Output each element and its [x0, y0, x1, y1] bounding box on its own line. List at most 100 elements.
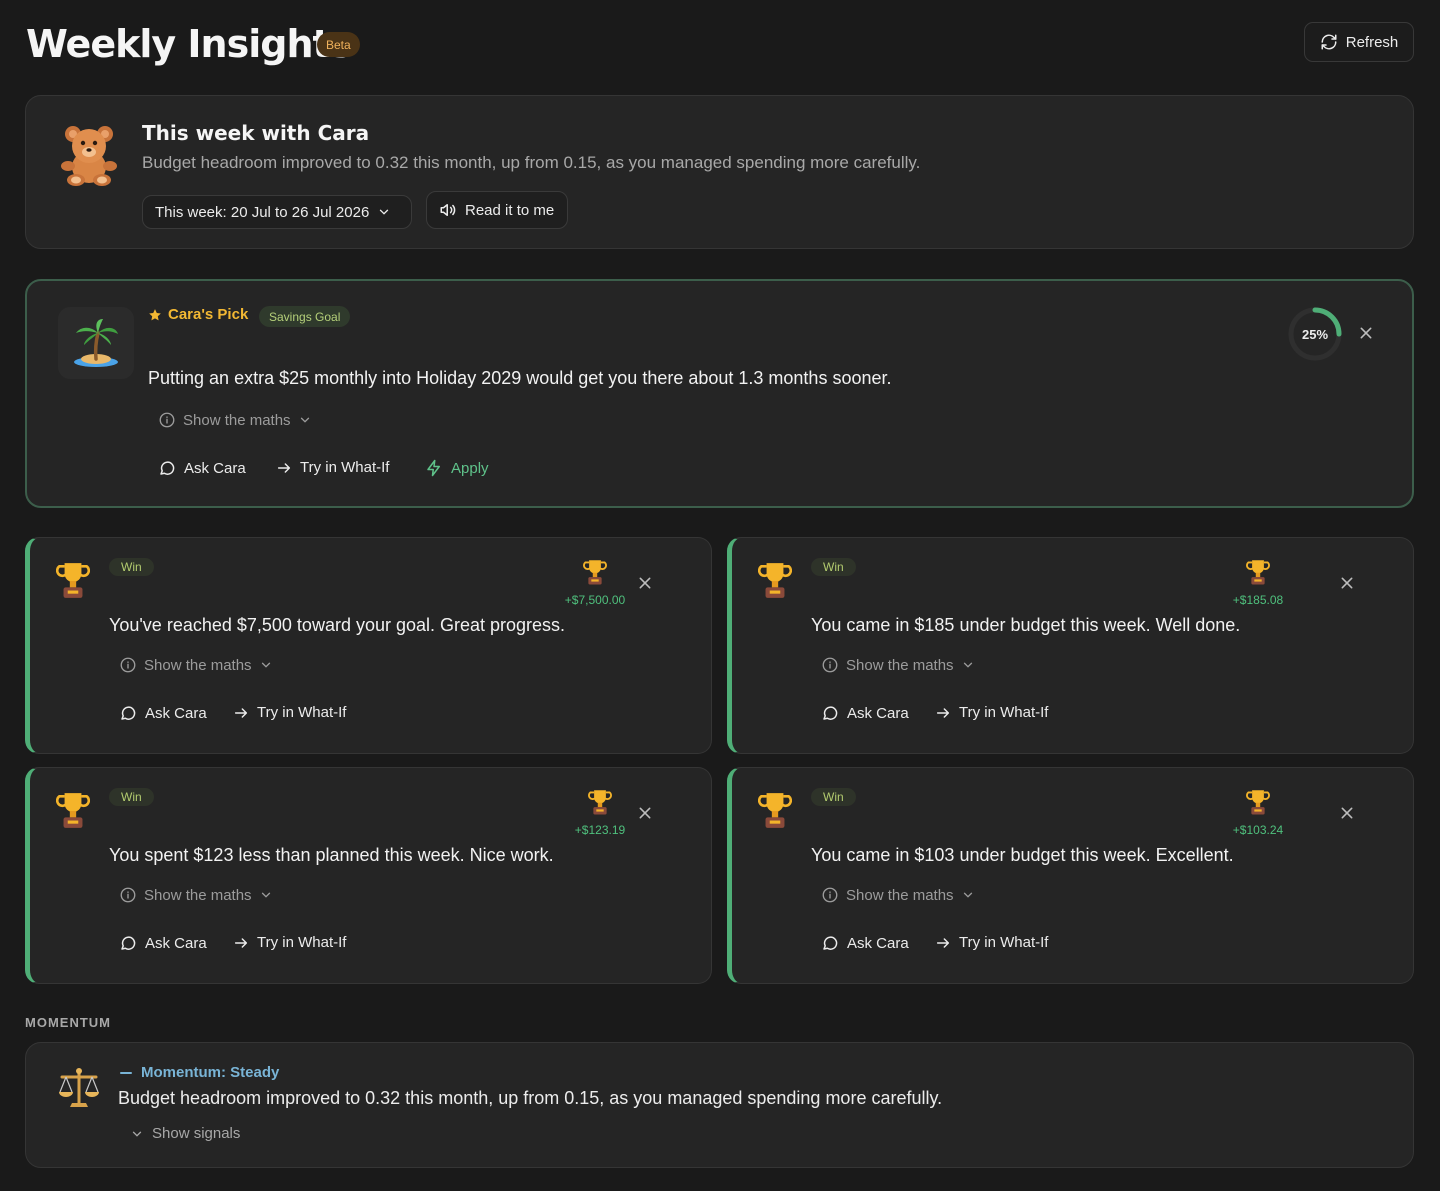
teddy-bear-icon [61, 126, 117, 186]
win-whatif-label: Try in What-If [959, 704, 1049, 721]
win-text: You came in $185 under budget this week.… [811, 615, 1241, 635]
pick-apply-label: Apply [451, 459, 489, 477]
arrow-right-icon [234, 707, 248, 718]
win-tag: Win [109, 558, 154, 576]
win-show-maths-label: Show the maths [846, 886, 954, 904]
win-ask-cara-label: Ask Cara [145, 934, 207, 952]
caras-pick-card: Cara's Pick Savings Goal Putting an extr… [25, 279, 1414, 508]
arrow-right-icon [936, 937, 950, 948]
win-amount: +$7,500.00 [564, 593, 626, 607]
trophy-icon [55, 793, 91, 828]
chevron-down-icon [261, 892, 270, 898]
pick-ask-cara-button[interactable]: Ask Cara [158, 459, 246, 477]
info-icon [120, 887, 136, 903]
win-amount-group: +$123.19 [555, 788, 645, 837]
star-icon [149, 308, 161, 320]
trophy-icon [1246, 560, 1270, 585]
win-whatif-button[interactable]: Try in What-If [233, 934, 346, 951]
win-ask-cara-button[interactable]: Ask Cara [821, 704, 909, 722]
pick-label: Cara's Pick [148, 306, 248, 323]
info-icon [159, 412, 175, 428]
speaker-icon [440, 204, 456, 216]
chat-bubble-icon [121, 936, 136, 950]
win-text: You came in $103 under budget this week.… [811, 845, 1234, 865]
win-show-maths[interactable]: Show the maths [119, 656, 273, 674]
win-amount-group: +$185.08 [1213, 558, 1303, 607]
win-whatif-button[interactable]: Try in What-If [935, 704, 1048, 721]
trophy-icon [757, 793, 793, 828]
win-ask-cara-label: Ask Cara [847, 704, 909, 722]
chat-bubble-icon [160, 461, 175, 475]
chevron-down-icon [963, 662, 972, 668]
win-tag: Win [109, 788, 154, 806]
arrow-right-icon [936, 707, 950, 718]
momentum-card: Momentum: Steady Budget headroom improve… [25, 1042, 1414, 1168]
chevron-down-icon [380, 209, 389, 215]
pick-label-text: Cara's Pick [168, 306, 249, 323]
summary-card: This week with Cara Budget headroom impr… [25, 95, 1414, 249]
win-show-maths[interactable]: Show the maths [821, 656, 975, 674]
win-dismiss-button[interactable] [1337, 573, 1357, 593]
pick-show-maths-label: Show the maths [183, 411, 291, 429]
show-signals-button[interactable]: Show signals [130, 1125, 240, 1142]
win-show-maths-label: Show the maths [144, 886, 252, 904]
pick-dismiss-button[interactable] [1356, 323, 1376, 343]
win-ask-cara-button[interactable]: Ask Cara [119, 704, 207, 722]
win-amount: +$123.19 [574, 823, 626, 837]
pick-ask-cara-label: Ask Cara [184, 459, 246, 477]
win-dismiss-button[interactable] [635, 803, 655, 823]
week-selector-label: This week: 20 Jul to 26 Jul 2026 [155, 203, 370, 221]
win-card: Win +$185.08 You came in $185 under budg… [727, 537, 1414, 754]
win-trophy [757, 790, 793, 835]
savings-goal-tag: Savings Goal [259, 306, 351, 327]
win-trophy [55, 790, 91, 835]
close-icon [1341, 577, 1353, 589]
refresh-label: Refresh [1345, 33, 1399, 51]
win-text: You've reached $7,500 toward your goal. … [109, 615, 566, 635]
win-whatif-label: Try in What-If [257, 704, 347, 721]
win-dismiss-button[interactable] [1337, 803, 1357, 823]
summary-text: Budget headroom improved to 0.32 this mo… [142, 153, 921, 172]
close-icon [1341, 807, 1353, 819]
win-trophy [757, 560, 793, 605]
close-icon [1360, 327, 1372, 339]
trophy-icon [757, 563, 793, 598]
win-show-maths[interactable]: Show the maths [821, 886, 975, 904]
win-text: You spent $123 less than planned this we… [109, 845, 554, 865]
win-whatif-label: Try in What-If [257, 934, 347, 951]
pick-text: Putting an extra $25 monthly into Holida… [148, 368, 892, 388]
win-ask-cara-button[interactable]: Ask Cara [119, 934, 207, 952]
win-show-maths-label: Show the maths [144, 656, 252, 674]
win-card: Win +$7,500.00 You've reached $7,500 tow… [25, 537, 712, 754]
pick-show-maths[interactable]: Show the maths [158, 411, 312, 429]
chevron-down-icon [300, 417, 309, 423]
momentum-text: Budget headroom improved to 0.32 this mo… [118, 1088, 943, 1108]
trophy-icon [588, 790, 612, 815]
win-amount-group: +$7,500.00 [550, 558, 640, 607]
win-dismiss-button[interactable] [635, 573, 655, 593]
win-amount: +$185.08 [1232, 593, 1284, 607]
momentum-section-label: MOMENTUM [25, 1015, 111, 1030]
pick-apply-button[interactable]: Apply [425, 459, 489, 477]
trophy-icon [1246, 790, 1270, 815]
win-whatif-button[interactable]: Try in What-If [233, 704, 346, 721]
pick-whatif-button[interactable]: Try in What-If [276, 459, 389, 476]
show-signals-label: Show signals [152, 1125, 241, 1142]
trophy-icon [583, 560, 607, 585]
read-aloud-button[interactable]: Read it to me [426, 191, 568, 229]
arrow-right-icon [234, 937, 248, 948]
lightning-icon [427, 459, 440, 477]
win-whatif-button[interactable]: Try in What-If [935, 934, 1048, 951]
win-amount-group: +$103.24 [1213, 788, 1303, 837]
dash-icon [120, 1071, 132, 1074]
win-show-maths-label: Show the maths [846, 656, 954, 674]
week-selector[interactable]: This week: 20 Jul to 26 Jul 2026 [142, 195, 412, 229]
refresh-icon [1321, 34, 1337, 50]
win-ask-cara-button[interactable]: Ask Cara [821, 934, 909, 952]
beta-badge: Beta [317, 32, 360, 57]
win-card: Win +$123.19 You spent $123 less than pl… [25, 767, 712, 984]
read-aloud-label: Read it to me [465, 201, 555, 219]
win-show-maths[interactable]: Show the maths [119, 886, 273, 904]
win-ask-cara-label: Ask Cara [847, 934, 909, 952]
refresh-button[interactable]: Refresh [1304, 22, 1414, 62]
